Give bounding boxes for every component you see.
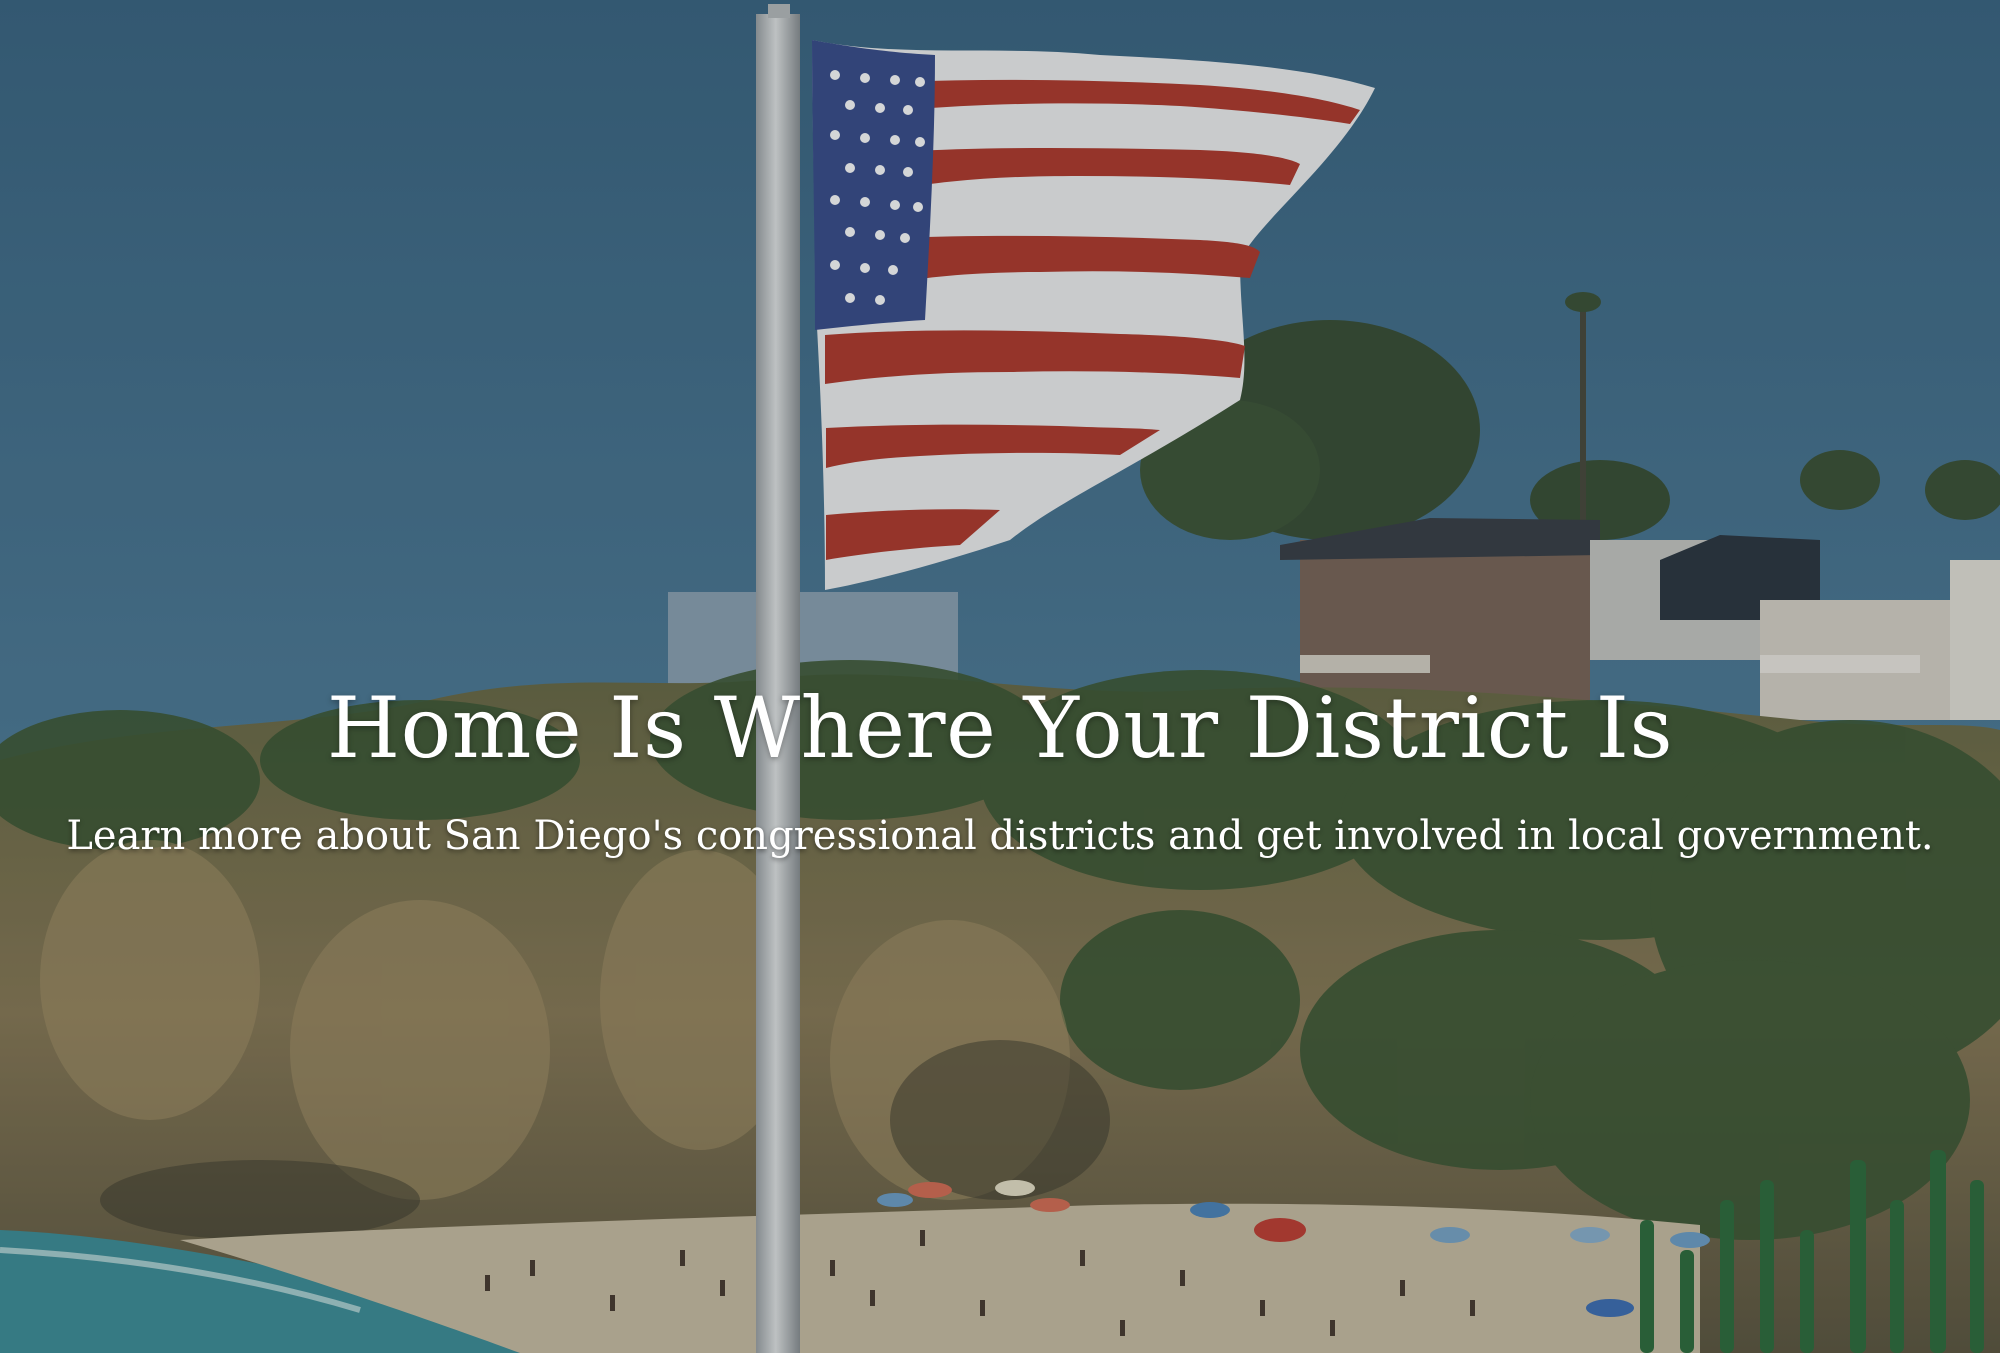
hero-section: Home Is Where Your District Is Learn mor… [0, 0, 2000, 1353]
hero-title: Home Is Where Your District Is [326, 679, 1674, 777]
hero-subtitle: Learn more about San Diego's congression… [66, 813, 1934, 859]
